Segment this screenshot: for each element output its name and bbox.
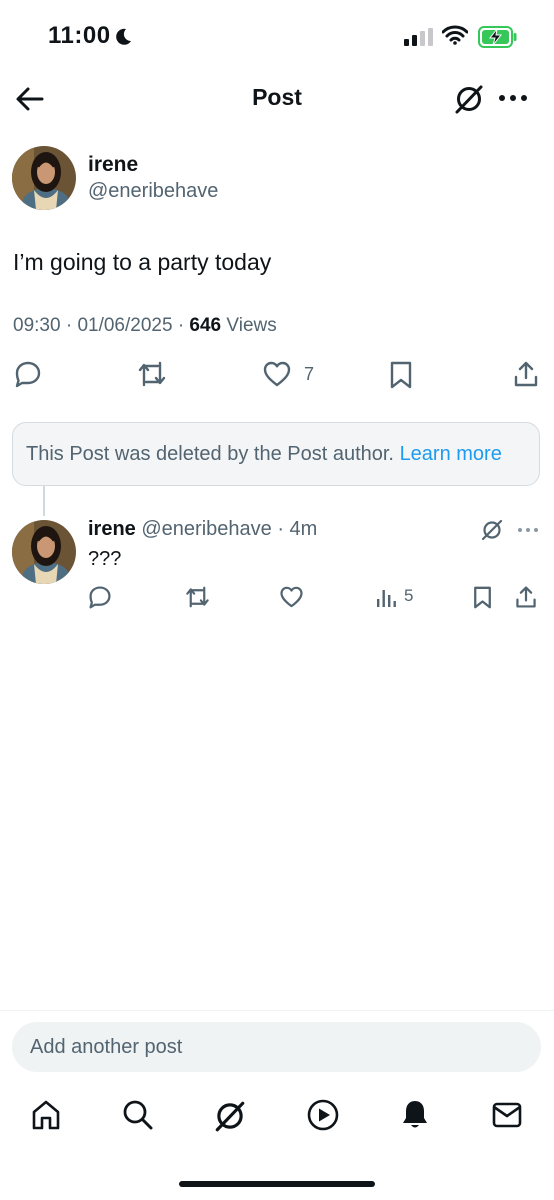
status-time: 11:00 (48, 22, 111, 49)
wifi-icon (442, 25, 468, 45)
like-icon[interactable] (262, 360, 292, 388)
reply-avatar[interactable] (12, 520, 76, 584)
grok-icon[interactable] (452, 82, 486, 116)
video-icon[interactable] (306, 1098, 340, 1132)
composer-divider (0, 1010, 554, 1011)
reply-grok-icon[interactable] (480, 518, 504, 542)
reply-age: 4m (289, 518, 318, 540)
learn-more-link[interactable]: Learn more (400, 443, 502, 465)
post-text: I’m going to a party today (13, 249, 272, 275)
reply-author-name[interactable]: irene (88, 518, 136, 540)
home-icon[interactable] (30, 1098, 62, 1132)
repost-icon[interactable] (136, 360, 168, 388)
reply-icon[interactable] (14, 360, 42, 388)
messages-icon[interactable] (491, 1098, 523, 1132)
more-options-icon[interactable] (497, 86, 529, 110)
like-count: 7 (304, 364, 315, 384)
notifications-icon[interactable] (399, 1098, 431, 1132)
deleted-post-notice: This Post was deleted by the Post author… (12, 422, 540, 486)
battery-charging-icon (478, 26, 518, 48)
views-icon[interactable] (376, 585, 398, 609)
reply-text: ??? (88, 548, 122, 570)
reply-author-handle[interactable]: @eneribehave (141, 518, 271, 540)
search-icon[interactable] (121, 1098, 155, 1132)
deleted-notice-text: This Post was deleted by the Post author… (26, 443, 394, 465)
thread-line (43, 486, 45, 516)
reply-bookmark-icon[interactable] (472, 585, 493, 610)
author-handle[interactable]: @eneribehave (88, 180, 218, 203)
post-date: 01/06/2025 (77, 315, 173, 336)
post-metadata: 09:30 · 01/06/2025 · 646 Views (13, 315, 277, 336)
reply-views-count: 5 (404, 586, 414, 605)
signal-icon (404, 28, 434, 46)
views-count: 646 (189, 315, 222, 336)
reply-share-icon[interactable] (514, 585, 538, 609)
moon-icon (113, 27, 133, 47)
grok-tab-icon[interactable] (212, 1098, 248, 1134)
author-name[interactable]: irene (88, 153, 138, 177)
views-label: Views (226, 315, 277, 336)
reply-more-icon[interactable] (517, 520, 539, 540)
avatar[interactable] (12, 146, 76, 210)
share-icon[interactable] (512, 360, 540, 388)
reply-reply-icon[interactable] (88, 585, 112, 609)
add-post-input[interactable]: Add another post (12, 1022, 541, 1072)
reply-repost-icon[interactable] (184, 585, 211, 609)
reply-like-icon[interactable] (279, 585, 304, 609)
home-indicator (179, 1181, 375, 1187)
post-time: 09:30 (13, 315, 61, 336)
reply-header: irene @eneribehave · 4m (88, 518, 318, 540)
bookmark-icon[interactable] (388, 360, 414, 390)
